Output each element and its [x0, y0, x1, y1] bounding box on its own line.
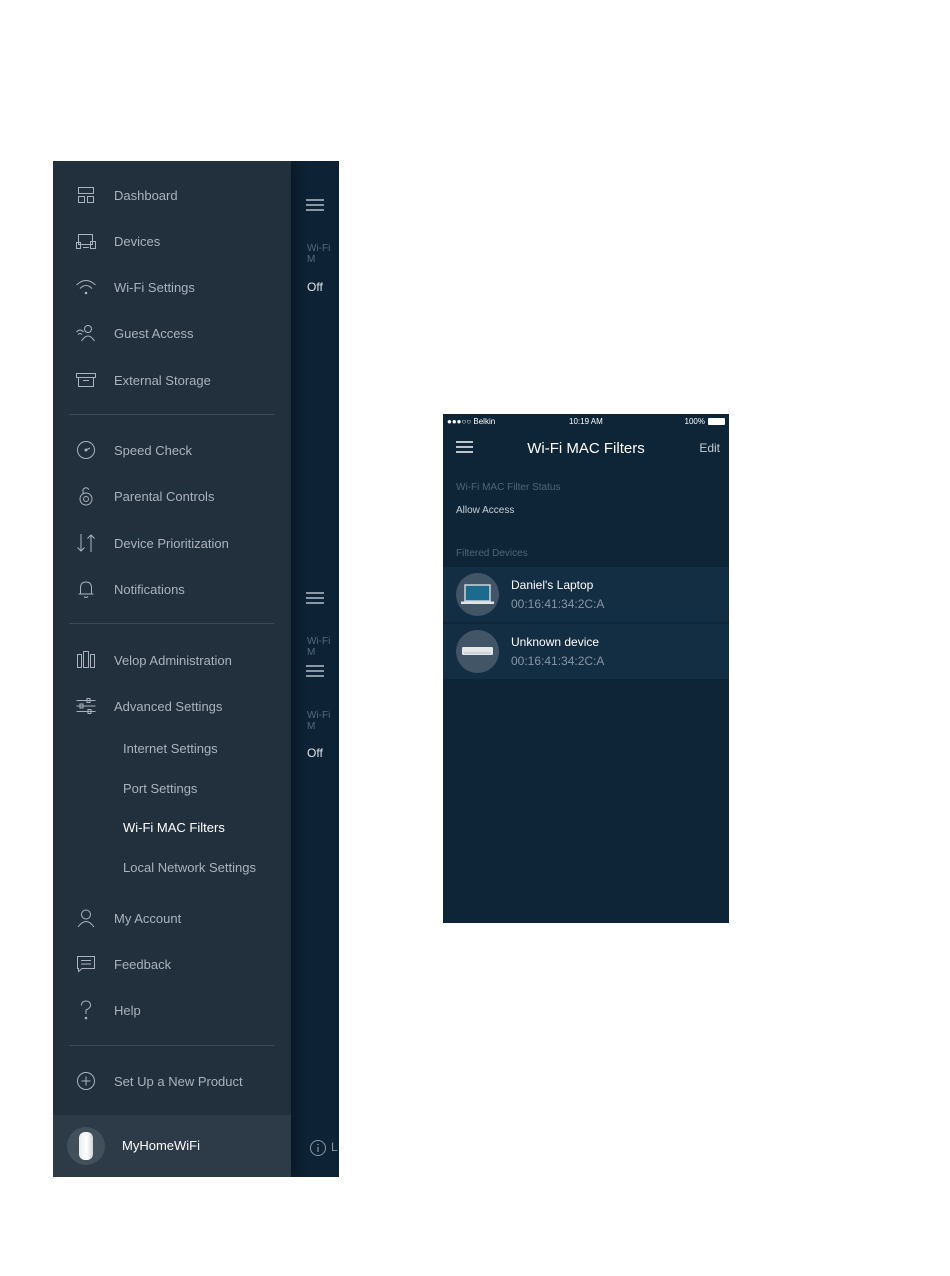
network-name: MyHomeWiFi	[122, 1138, 200, 1153]
parental-controls-icon	[75, 485, 97, 507]
device-row[interactable]: Unknown device 00:16:41:34:2C:A	[443, 624, 729, 679]
submenu-item-port-settings[interactable]: Port Settings	[123, 781, 197, 796]
plus-circle-icon	[75, 1070, 97, 1092]
unknown-device-icon	[456, 630, 499, 673]
filter-status-value[interactable]: Allow Access	[456, 505, 514, 516]
speed-check-icon	[75, 439, 97, 461]
menu-item-label: Velop Administration	[114, 652, 232, 668]
external-storage-icon	[75, 369, 97, 391]
menu-item-feedback[interactable]: Feedback	[53, 947, 291, 981]
peek-off-value: Off	[307, 746, 323, 760]
device-mac: 00:16:41:34:2C:A	[511, 654, 605, 668]
laptop-icon	[456, 573, 499, 616]
menu-item-wifi-settings[interactable]: Wi-Fi Settings	[53, 270, 291, 304]
peek-off-value: Off	[307, 280, 323, 294]
menu-item-advanced-settings[interactable]: Advanced Settings	[53, 689, 291, 723]
menu-item-device-prioritization[interactable]: Device Prioritization	[53, 526, 291, 560]
feedback-icon	[75, 953, 97, 975]
menu-divider	[69, 414, 274, 415]
page-title: Wi-Fi MAC Filters	[527, 440, 645, 457]
menu-item-label: Set Up a New Product	[114, 1073, 243, 1089]
guest-access-icon	[75, 322, 97, 344]
navigation-menu: Dashboard Devices Wi-Fi Settings Guest A…	[53, 161, 291, 1177]
menu-item-help[interactable]: Help	[53, 993, 291, 1027]
status-bar: ●●●○○ Belkin 10:19 AM 100%	[443, 414, 729, 430]
network-footer[interactable]: MyHomeWiFi	[53, 1115, 291, 1177]
menu-item-label: Advanced Settings	[114, 698, 223, 714]
dashboard-icon	[75, 184, 97, 206]
velop-administration-icon	[75, 649, 97, 671]
device-name: Daniel's Laptop	[511, 578, 594, 592]
filtered-devices-label: Filtered Devices	[456, 548, 528, 559]
menu-item-label: Devices	[114, 233, 161, 249]
hamburger-icon[interactable]	[306, 592, 324, 604]
menu-item-label: Speed Check	[114, 442, 193, 458]
submenu-item-wifi-mac-filters[interactable]: Wi-Fi MAC Filters	[123, 820, 225, 835]
menu-item-devices[interactable]: Devices	[53, 224, 291, 258]
peek-label-fragment: Wi-Fi M	[307, 243, 331, 265]
status-battery: 100%	[685, 417, 725, 426]
device-row[interactable]: Daniel's Laptop 00:16:41:34:2C:A	[443, 567, 729, 622]
menu-item-label: Parental Controls	[114, 488, 215, 504]
help-icon	[75, 999, 97, 1021]
menu-item-label: Dashboard	[114, 187, 178, 203]
peek-label-fragment: Wi-Fi M	[307, 636, 331, 658]
battery-percent: 100%	[684, 417, 705, 426]
background-app-peek: Wi-Fi M Off Wi-Fi M Wi-Fi M Off L	[291, 161, 339, 1177]
menu-item-parental-controls[interactable]: Parental Controls	[53, 479, 291, 513]
menu-divider	[69, 623, 274, 624]
hamburger-icon[interactable]	[306, 199, 324, 211]
menu-item-label: Feedback	[114, 956, 172, 972]
edit-button[interactable]: Edit	[699, 441, 720, 455]
device-name: Unknown device	[511, 635, 600, 649]
devices-icon	[75, 230, 97, 252]
menu-item-speed-check[interactable]: Speed Check	[53, 433, 291, 467]
menu-item-my-account[interactable]: My Account	[53, 901, 291, 935]
velop-node-avatar	[67, 1127, 105, 1165]
menu-item-external-storage[interactable]: External Storage	[53, 363, 291, 397]
menu-item-guest-access[interactable]: Guest Access	[53, 316, 291, 350]
menu-item-label: Device Prioritization	[114, 535, 229, 551]
phone-screenshot: ●●●○○ Belkin 10:19 AM 100% Wi-Fi MAC Fil…	[443, 414, 729, 923]
submenu-item-local-network-settings[interactable]: Local Network Settings	[123, 860, 256, 875]
user-icon	[75, 907, 97, 929]
menu-item-label: My Account	[114, 910, 182, 926]
menu-item-dashboard[interactable]: Dashboard	[53, 178, 291, 212]
peek-footer-fragment: L	[331, 1140, 338, 1154]
menu-screenshot: Wi-Fi M Off Wi-Fi M Wi-Fi M Off L Dashbo…	[53, 161, 339, 1177]
hamburger-icon[interactable]	[306, 665, 324, 677]
menu-item-velop-administration[interactable]: Velop Administration	[53, 643, 291, 677]
menu-item-label: Guest Access	[114, 325, 194, 341]
menu-item-label: Help	[114, 1002, 141, 1018]
menu-item-set-up-new-product[interactable]: Set Up a New Product	[53, 1064, 291, 1098]
wifi-icon	[75, 276, 97, 298]
menu-divider	[69, 1045, 274, 1046]
device-prioritization-icon	[75, 532, 97, 554]
menu-item-label: External Storage	[114, 372, 211, 388]
status-time: 10:19 AM	[569, 417, 603, 426]
menu-item-notifications[interactable]: Notifications	[53, 572, 291, 606]
submenu-item-internet-settings[interactable]: Internet Settings	[123, 741, 218, 756]
peek-label-fragment: Wi-Fi M	[307, 710, 331, 732]
bell-icon	[75, 578, 97, 600]
menu-item-label: Notifications	[114, 581, 185, 597]
sliders-icon	[75, 695, 97, 717]
battery-icon	[708, 418, 725, 425]
menu-item-label: Wi-Fi Settings	[114, 279, 195, 295]
device-mac: 00:16:41:34:2C:A	[511, 597, 605, 611]
status-carrier: ●●●○○ Belkin	[447, 417, 496, 426]
info-icon[interactable]	[309, 1139, 327, 1157]
filter-status-label: Wi-Fi MAC Filter Status	[456, 482, 561, 493]
